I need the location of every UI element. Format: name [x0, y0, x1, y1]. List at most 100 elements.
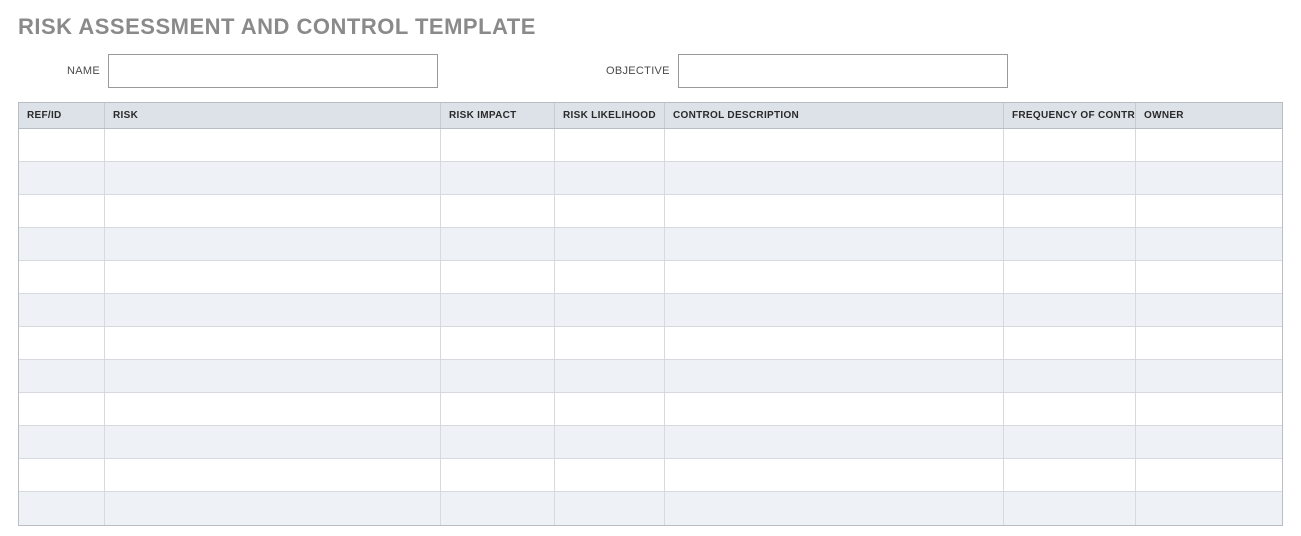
cell-risk[interactable]	[105, 261, 441, 293]
cell-risk[interactable]	[105, 162, 441, 194]
cell-control[interactable]	[665, 129, 1004, 161]
cell-likelihood[interactable]	[555, 228, 665, 260]
cell-impact[interactable]	[441, 426, 555, 458]
cell-likelihood[interactable]	[555, 426, 665, 458]
table-row[interactable]	[19, 162, 1282, 195]
cell-refid[interactable]	[19, 327, 105, 359]
cell-risk[interactable]	[105, 294, 441, 326]
cell-impact[interactable]	[441, 393, 555, 425]
cell-impact[interactable]	[441, 492, 555, 525]
cell-frequency[interactable]	[1004, 492, 1136, 525]
cell-owner[interactable]	[1136, 360, 1279, 392]
table-row[interactable]	[19, 360, 1282, 393]
cell-risk[interactable]	[105, 459, 441, 491]
cell-control[interactable]	[665, 426, 1004, 458]
cell-owner[interactable]	[1136, 327, 1279, 359]
cell-owner[interactable]	[1136, 393, 1279, 425]
cell-control[interactable]	[665, 393, 1004, 425]
cell-control[interactable]	[665, 327, 1004, 359]
cell-refid[interactable]	[19, 360, 105, 392]
cell-impact[interactable]	[441, 327, 555, 359]
cell-owner[interactable]	[1136, 426, 1279, 458]
cell-likelihood[interactable]	[555, 294, 665, 326]
table-row[interactable]	[19, 261, 1282, 294]
cell-control[interactable]	[665, 459, 1004, 491]
cell-likelihood[interactable]	[555, 261, 665, 293]
cell-frequency[interactable]	[1004, 426, 1136, 458]
cell-impact[interactable]	[441, 162, 555, 194]
cell-owner[interactable]	[1136, 129, 1279, 161]
cell-owner[interactable]	[1136, 195, 1279, 227]
cell-refid[interactable]	[19, 426, 105, 458]
cell-refid[interactable]	[19, 261, 105, 293]
table-row[interactable]	[19, 459, 1282, 492]
cell-control[interactable]	[665, 261, 1004, 293]
cell-frequency[interactable]	[1004, 261, 1136, 293]
cell-control[interactable]	[665, 492, 1004, 525]
table-row[interactable]	[19, 426, 1282, 459]
cell-owner[interactable]	[1136, 459, 1279, 491]
cell-refid[interactable]	[19, 492, 105, 525]
cell-risk[interactable]	[105, 327, 441, 359]
table-row[interactable]	[19, 393, 1282, 426]
cell-frequency[interactable]	[1004, 393, 1136, 425]
table-row[interactable]	[19, 327, 1282, 360]
cell-control[interactable]	[665, 162, 1004, 194]
table-row[interactable]	[19, 195, 1282, 228]
cell-likelihood[interactable]	[555, 492, 665, 525]
cell-likelihood[interactable]	[555, 393, 665, 425]
cell-impact[interactable]	[441, 228, 555, 260]
cell-impact[interactable]	[441, 129, 555, 161]
cell-control[interactable]	[665, 360, 1004, 392]
cell-likelihood[interactable]	[555, 195, 665, 227]
cell-control[interactable]	[665, 195, 1004, 227]
cell-refid[interactable]	[19, 228, 105, 260]
cell-owner[interactable]	[1136, 294, 1279, 326]
cell-owner[interactable]	[1136, 261, 1279, 293]
cell-owner[interactable]	[1136, 228, 1279, 260]
cell-frequency[interactable]	[1004, 129, 1136, 161]
cell-risk[interactable]	[105, 228, 441, 260]
cell-control[interactable]	[665, 294, 1004, 326]
cell-likelihood[interactable]	[555, 459, 665, 491]
cell-control[interactable]	[665, 228, 1004, 260]
cell-risk[interactable]	[105, 129, 441, 161]
cell-likelihood[interactable]	[555, 129, 665, 161]
cell-frequency[interactable]	[1004, 228, 1136, 260]
cell-likelihood[interactable]	[555, 162, 665, 194]
cell-refid[interactable]	[19, 393, 105, 425]
cell-owner[interactable]	[1136, 492, 1279, 525]
cell-impact[interactable]	[441, 459, 555, 491]
cell-frequency[interactable]	[1004, 195, 1136, 227]
cell-risk[interactable]	[105, 195, 441, 227]
cell-refid[interactable]	[19, 459, 105, 491]
cell-risk[interactable]	[105, 426, 441, 458]
cell-impact[interactable]	[441, 360, 555, 392]
cell-risk[interactable]	[105, 393, 441, 425]
cell-risk[interactable]	[105, 492, 441, 525]
cell-frequency[interactable]	[1004, 459, 1136, 491]
table-row[interactable]	[19, 129, 1282, 162]
name-input[interactable]	[108, 54, 438, 88]
cell-refid[interactable]	[19, 162, 105, 194]
cell-frequency[interactable]	[1004, 294, 1136, 326]
cell-refid[interactable]	[19, 195, 105, 227]
table-row[interactable]	[19, 294, 1282, 327]
cell-frequency[interactable]	[1004, 327, 1136, 359]
table-row[interactable]	[19, 492, 1282, 525]
objective-input[interactable]	[678, 54, 1008, 88]
cell-impact[interactable]	[441, 195, 555, 227]
cell-frequency[interactable]	[1004, 360, 1136, 392]
cell-impact[interactable]	[441, 294, 555, 326]
table-row[interactable]	[19, 228, 1282, 261]
cell-risk[interactable]	[105, 360, 441, 392]
col-header-control: CONTROL DESCRIPTION	[665, 103, 1004, 128]
cell-impact[interactable]	[441, 261, 555, 293]
table-header-row: REF/ID RISK RISK IMPACT RISK LIKELIHOOD …	[19, 103, 1282, 129]
cell-likelihood[interactable]	[555, 360, 665, 392]
cell-likelihood[interactable]	[555, 327, 665, 359]
cell-refid[interactable]	[19, 129, 105, 161]
cell-owner[interactable]	[1136, 162, 1279, 194]
cell-refid[interactable]	[19, 294, 105, 326]
cell-frequency[interactable]	[1004, 162, 1136, 194]
